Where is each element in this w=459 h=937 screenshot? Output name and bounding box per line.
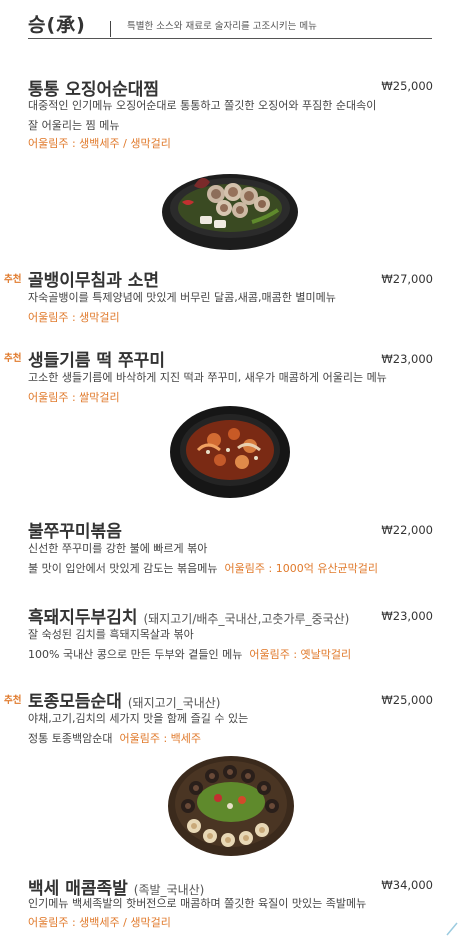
menu-item-desc: 인기메뉴 백세족발의 핫버전으로 매콤하며 쫄깃한 육질이 맛있는 족발메뉴 [28, 897, 367, 910]
menu-item-price: ₩34,000 [381, 878, 433, 892]
dish-photo-squid-sundae [162, 174, 298, 250]
menu-item-desc: 고소한 생들기름에 바삭하게 지진 떡과 쭈꾸미, 새우가 매콤하게 어울리는 … [28, 371, 387, 384]
menu-item-desc-text: 정통 토종백암순대 [28, 732, 113, 745]
section-title: 승(承) [28, 14, 86, 36]
recommend-badge: 추천 [4, 695, 22, 706]
recommend-badge: 추천 [4, 353, 22, 364]
recommend-badge: 추천 [4, 274, 22, 285]
menu-item-desc-text: 100% 국내산 콩으로 만든 두부와 곁들인 메뉴 [28, 648, 243, 661]
menu-item-pairing: 어울림주 : 옛날막걸리 [249, 648, 352, 661]
menu-item-desc: 잘 어울리는 찜 메뉴 [28, 119, 120, 132]
menu-item-desc: 대중적인 인기메뉴 오징어순대로 통통하고 쫄깃한 오징어와 푸짐한 순대속이 [28, 99, 377, 112]
menu-item-desc: 야채,고기,김치의 세가지 맛을 함께 즐길 수 있는 [28, 712, 249, 725]
menu-item-pairing: 어울림주 : 생백세주 / 생막걸리 [28, 137, 171, 150]
menu-item-pairing: 어울림주 : 생백세주 / 생막걸리 [28, 916, 171, 929]
menu-item-price: ₩23,000 [381, 609, 433, 623]
menu-item-price: ₩22,000 [381, 523, 433, 537]
menu-item-desc: 신선한 쭈꾸미를 강한 불에 빠르게 볶아 [28, 542, 208, 555]
menu-item-desc: 자숙골뱅이를 특제양념에 맛있게 버무린 달콤,새콤,매콤한 별미메뉴 [28, 291, 336, 304]
menu-item-pairing: 어울림주 : 생막걸리 [28, 311, 120, 324]
menu-item-desc: 정통 토종백암순대 어울림주 : 백세주 [28, 729, 201, 749]
menu-item-pairing: 어울림주 : 쌀막걸리 [28, 391, 120, 404]
corner-ornament [446, 922, 458, 936]
menu-item-desc: 100% 국내산 콩으로 만든 두부와 곁들인 메뉴 어울림주 : 옛날막걸리 [28, 645, 351, 665]
dish-photo-octopus [170, 406, 290, 498]
menu-item-pairing: 어울림주 : 백세주 [119, 732, 202, 745]
menu-item-price: ₩25,000 [381, 693, 433, 707]
menu-item-desc-text: 불 맛이 입안에서 맛있게 감도는 볶음메뉴 [28, 562, 218, 575]
dish-photo-sundae-platter [168, 756, 294, 856]
menu-item-pairing: 어울림주 : 1000억 유산균막걸리 [224, 562, 379, 575]
menu-item-desc: 잘 숙성된 김치를 흑돼지목살과 볶아 [28, 628, 194, 641]
menu-item-origin: (돼지고기_국내산) [127, 696, 221, 710]
menu-item-price: ₩23,000 [381, 352, 433, 366]
header-divider [110, 21, 111, 37]
menu-item-origin: (돼지고기/배추_국내산,고춧가루_중국산) [143, 612, 350, 626]
menu-item-price: ₩25,000 [381, 79, 433, 93]
menu-item-price: ₩27,000 [381, 272, 433, 286]
menu-item-desc: 불 맛이 입안에서 맛있게 감도는 볶음메뉴 어울림주 : 1000억 유산균막… [28, 559, 378, 579]
section-header: 승(承) 특별한 소스와 재료로 술자리를 고조시키는 메뉴 [28, 6, 432, 39]
section-subtitle: 특별한 소스와 재료로 술자리를 고조시키는 메뉴 [127, 21, 317, 32]
